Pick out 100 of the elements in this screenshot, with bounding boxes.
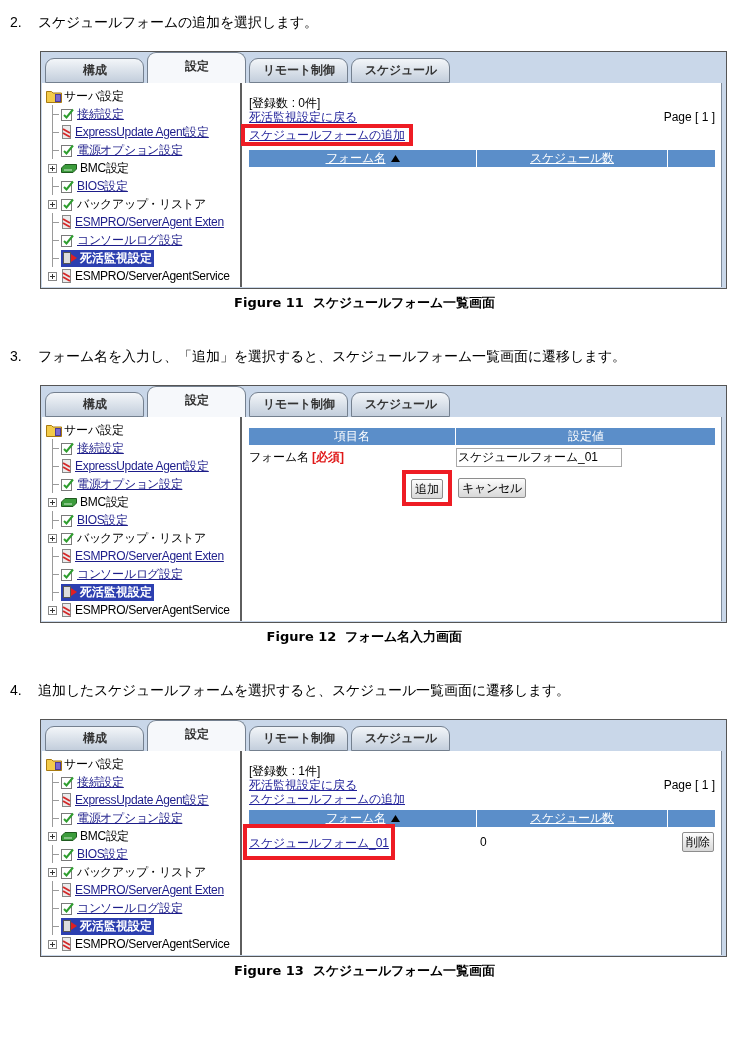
circuit-board-icon bbox=[61, 831, 77, 841]
page-check-icon bbox=[61, 811, 74, 825]
page-check-icon bbox=[61, 143, 74, 157]
tree-item[interactable]: BMC設定 bbox=[61, 160, 130, 176]
step-number: 2. bbox=[10, 13, 23, 32]
tree-link[interactable]: 死活監視設定 bbox=[61, 583, 154, 601]
tree-link[interactable]: BIOS設定 bbox=[61, 178, 128, 194]
required-mark: [必須] bbox=[312, 449, 344, 465]
page-check-icon bbox=[61, 179, 74, 193]
plus-box-icon[interactable] bbox=[48, 867, 57, 877]
striped-box-icon bbox=[61, 883, 72, 897]
tree-item[interactable]: ESMPRO/ServerAgentService bbox=[61, 936, 230, 952]
text-link[interactable]: スケジュールフォームの追加 bbox=[249, 792, 405, 806]
tree-item[interactable]: サーバ設定 bbox=[46, 756, 124, 772]
tree-link[interactable]: コンソールログ設定 bbox=[61, 566, 183, 582]
tab[interactable]: スケジュール bbox=[351, 58, 450, 83]
tree-link[interactable]: 電源オプション設定 bbox=[61, 810, 183, 826]
tree-item[interactable]: ESMPRO/ServerAgentService bbox=[61, 602, 230, 618]
tab[interactable]: 構成 bbox=[45, 726, 144, 751]
tab[interactable]: リモート制御 bbox=[249, 58, 348, 83]
device-pointer-icon bbox=[63, 919, 77, 933]
button[interactable]: 追加 bbox=[411, 479, 443, 499]
tree-link[interactable]: BIOS設定 bbox=[61, 512, 128, 528]
plus-box-icon[interactable] bbox=[48, 163, 57, 173]
plus-box-icon[interactable] bbox=[48, 199, 57, 209]
button[interactable]: キャンセル bbox=[458, 478, 526, 498]
plus-box-icon[interactable] bbox=[48, 831, 57, 841]
tree-item[interactable]: サーバ設定 bbox=[46, 88, 124, 104]
tree-link[interactable]: ESMPRO/ServerAgent Exten bbox=[61, 882, 224, 898]
tab[interactable]: 構成 bbox=[45, 58, 144, 83]
figure-caption: Figure 12 フォーム名入力画面 bbox=[265, 628, 464, 646]
triangle-up-icon bbox=[390, 155, 400, 162]
page-check-icon bbox=[61, 775, 74, 789]
striped-box-icon bbox=[61, 793, 72, 807]
plus-box-icon[interactable] bbox=[48, 939, 57, 949]
folder-icon bbox=[46, 757, 62, 771]
step-text: スケジュールフォームの追加を選択します。 bbox=[38, 13, 318, 32]
column-header: 設定値 bbox=[456, 428, 715, 445]
plus-box-icon[interactable] bbox=[48, 497, 57, 507]
tab[interactable]: リモート制御 bbox=[249, 726, 348, 751]
tree-link[interactable]: BIOS設定 bbox=[61, 846, 128, 862]
striped-box-icon bbox=[61, 603, 72, 617]
striped-box-icon bbox=[61, 215, 72, 229]
tab[interactable]: 設定 bbox=[147, 720, 246, 751]
plus-box-icon[interactable] bbox=[48, 605, 57, 615]
device-pointer-icon bbox=[63, 585, 77, 599]
tree-link[interactable]: 接続設定 bbox=[61, 440, 124, 456]
tab[interactable]: 設定 bbox=[147, 386, 246, 417]
tree-link[interactable]: コンソールログ設定 bbox=[61, 900, 183, 916]
tree-link[interactable]: コンソールログ設定 bbox=[61, 232, 183, 248]
page-check-icon bbox=[61, 477, 74, 491]
page-check-icon bbox=[61, 107, 74, 121]
page-check-icon bbox=[61, 513, 74, 527]
tree-link[interactable]: ExpressUpdate Agent設定 bbox=[61, 458, 209, 474]
tab[interactable]: リモート制御 bbox=[249, 392, 348, 417]
tree-link[interactable]: 死活監視設定 bbox=[61, 917, 154, 935]
plus-box-icon[interactable] bbox=[48, 533, 57, 543]
tree-item[interactable]: BMC設定 bbox=[61, 828, 130, 844]
form-link[interactable]: スケジュールフォーム_01 bbox=[249, 836, 390, 850]
tree-link[interactable]: 接続設定 bbox=[61, 774, 124, 790]
striped-box-icon bbox=[61, 459, 72, 473]
tab[interactable]: 設定 bbox=[147, 52, 246, 83]
text-link[interactable]: 死活監視設定に戻る bbox=[249, 778, 357, 792]
tree-link[interactable]: 接続設定 bbox=[61, 106, 124, 122]
circuit-board-icon bbox=[61, 163, 77, 173]
page-check-icon bbox=[61, 233, 74, 247]
tree-link[interactable]: ESMPRO/ServerAgent Exten bbox=[61, 214, 224, 230]
tree-link[interactable]: ExpressUpdate Agent設定 bbox=[61, 124, 209, 140]
tree-item[interactable]: BMC設定 bbox=[61, 494, 130, 510]
device-pointer-icon bbox=[63, 251, 77, 265]
field-label: フォーム名 bbox=[249, 449, 309, 465]
delete-button[interactable]: 削除 bbox=[682, 832, 714, 852]
folder-icon bbox=[46, 89, 62, 103]
tree-link[interactable]: 電源オプション設定 bbox=[61, 142, 183, 158]
striped-box-icon bbox=[61, 269, 72, 283]
tree-link[interactable]: 電源オプション設定 bbox=[61, 476, 183, 492]
tree-item[interactable]: バックアップ・リストア bbox=[61, 864, 206, 880]
text-link[interactable]: スケジュールフォームの追加 bbox=[249, 128, 405, 142]
page-indicator: Page [ 1 ] bbox=[663, 110, 715, 124]
tab[interactable]: スケジュール bbox=[351, 392, 450, 417]
table-cell: 0 bbox=[480, 835, 487, 849]
tree-item[interactable]: バックアップ・リストア bbox=[61, 196, 206, 212]
page-indicator: Page [ 1 ] bbox=[663, 778, 715, 792]
tree-item[interactable]: サーバ設定 bbox=[46, 422, 124, 438]
tree-item[interactable]: ESMPRO/ServerAgentService bbox=[61, 268, 230, 284]
tree-link[interactable]: 死活監視設定 bbox=[61, 249, 154, 267]
tree-item[interactable]: バックアップ・リストア bbox=[61, 530, 206, 546]
text-link[interactable]: 死活監視設定に戻る bbox=[249, 110, 357, 124]
tab[interactable]: スケジュール bbox=[351, 726, 450, 751]
folder-icon bbox=[46, 423, 62, 437]
record-count: [登録数 : 0件] bbox=[249, 96, 321, 110]
page-check-icon bbox=[61, 865, 74, 879]
tab[interactable]: 構成 bbox=[45, 392, 144, 417]
plus-box-icon[interactable] bbox=[48, 271, 57, 281]
striped-box-icon bbox=[61, 549, 72, 563]
text-input[interactable]: スケジュールフォーム_01 bbox=[456, 447, 622, 467]
step-number: 3. bbox=[10, 347, 23, 366]
tree-link[interactable]: ESMPRO/ServerAgent Exten bbox=[61, 548, 224, 564]
striped-box-icon bbox=[61, 937, 72, 951]
tree-link[interactable]: ExpressUpdate Agent設定 bbox=[61, 792, 209, 808]
